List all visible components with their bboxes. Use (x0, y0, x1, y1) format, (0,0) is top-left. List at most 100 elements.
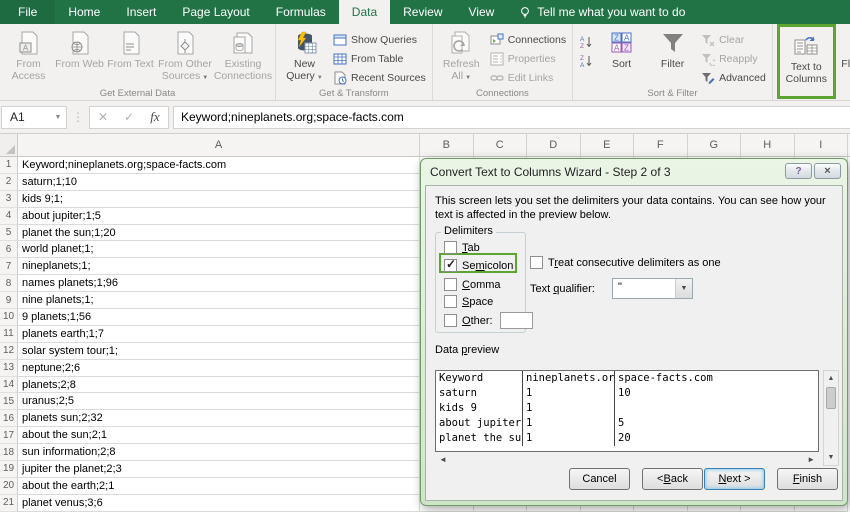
tab-page-layout[interactable]: Page Layout (169, 0, 262, 24)
tab-file[interactable]: File (0, 0, 55, 24)
row-header[interactable]: 5 (0, 225, 18, 242)
tab-insert[interactable]: Insert (113, 0, 169, 24)
tab-view[interactable]: View (456, 0, 508, 24)
help-icon[interactable]: ? (785, 163, 812, 179)
tab-home[interactable]: Home (55, 0, 113, 24)
sort-descending-button[interactable]: Z A (576, 51, 596, 70)
name-box[interactable]: A1 ▼ (1, 106, 67, 129)
cell-A18[interactable]: sun information;2;8 (18, 444, 420, 461)
column-header-A[interactable]: A (18, 134, 420, 156)
confirm-entry-icon[interactable]: ✓ (116, 110, 142, 124)
close-icon[interactable]: × (814, 163, 841, 179)
cell-A1[interactable]: Keyword;nineplanets.org;space-facts.com (18, 157, 420, 174)
finish-button[interactable]: Finish (777, 468, 838, 490)
cell-A21[interactable]: planet venus;3;6 (18, 495, 420, 512)
flash-fill-button[interactable]: Flash Fill (837, 26, 850, 71)
from-web-button[interactable]: From Web (54, 26, 105, 71)
sort-ascending-button[interactable]: A Z (576, 32, 596, 51)
row-header[interactable]: 1 (0, 157, 18, 174)
comma-checkbox-row[interactable]: Comma (444, 278, 501, 291)
select-all-corner[interactable] (0, 134, 18, 156)
other-checkbox-row[interactable]: Other: (444, 312, 533, 329)
row-header[interactable]: 12 (0, 343, 18, 360)
cancel-entry-icon[interactable]: ✕ (90, 110, 116, 124)
space-checkbox[interactable] (444, 295, 457, 308)
cell-A14[interactable]: planets;2;8 (18, 377, 420, 394)
column-header-D[interactable]: D (527, 134, 581, 156)
cell-A3[interactable]: kids 9;1; (18, 191, 420, 208)
tab-checkbox[interactable] (444, 241, 457, 254)
row-header[interactable]: 17 (0, 427, 18, 444)
existing-connections-button[interactable]: Existing Connections (214, 26, 272, 82)
cell-A11[interactable]: planets earth;1;7 (18, 326, 420, 343)
cell-A4[interactable]: about jupiter;1;5 (18, 208, 420, 225)
row-header[interactable]: 14 (0, 377, 18, 394)
row-header[interactable]: 8 (0, 275, 18, 292)
new-query-button[interactable]: New Query▼ (279, 26, 330, 84)
tab-formulas[interactable]: Formulas (263, 0, 339, 24)
other-checkbox[interactable] (444, 314, 457, 327)
back-button[interactable]: < Back (642, 468, 703, 490)
column-header-C[interactable]: C (474, 134, 528, 156)
advanced-filter-button[interactable]: Advanced (698, 68, 769, 87)
semicolon-checkbox-row[interactable]: Semicolon (444, 259, 513, 272)
cell-A9[interactable]: nine planets;1; (18, 292, 420, 309)
row-header[interactable]: 21 (0, 495, 18, 512)
tab-data[interactable]: Data (339, 0, 390, 24)
cell-A19[interactable]: jupiter the planet;2;3 (18, 461, 420, 478)
row-header[interactable]: 7 (0, 258, 18, 275)
cell-A2[interactable]: saturn;1;10 (18, 174, 420, 191)
row-header[interactable]: 6 (0, 241, 18, 258)
text-to-columns-button[interactable]: Text to Columns (781, 29, 832, 85)
scroll-thumb[interactable] (826, 387, 836, 409)
cell-A7[interactable]: nineplanets;1; (18, 258, 420, 275)
row-header[interactable]: 15 (0, 393, 18, 410)
tell-me-box[interactable]: Tell me what you want to do (507, 0, 697, 24)
cancel-button[interactable]: Cancel (569, 468, 630, 490)
cell-A16[interactable]: planets sun;2;32 (18, 410, 420, 427)
column-header-I[interactable]: I (795, 134, 849, 156)
connections-button[interactable]: Connections (487, 30, 569, 49)
row-header[interactable]: 3 (0, 191, 18, 208)
row-header[interactable]: 20 (0, 478, 18, 495)
row-header[interactable]: 9 (0, 292, 18, 309)
from-other-sources-button[interactable]: From Other Sources▼ (156, 26, 214, 84)
cell-A8[interactable]: names planets;1;96 (18, 275, 420, 292)
sort-button[interactable]: Z A A Z Sort (596, 26, 647, 71)
clear-filter-button[interactable]: Clear (698, 30, 769, 49)
text-qualifier-combo[interactable]: " ▼ (612, 278, 693, 299)
cell-A10[interactable]: 9 planets;1;56 (18, 309, 420, 326)
cell-A20[interactable]: about the earth;2;1 (18, 478, 420, 495)
cell-A13[interactable]: neptune;2;6 (18, 360, 420, 377)
column-header-H[interactable]: H (741, 134, 795, 156)
row-header[interactable]: 11 (0, 326, 18, 343)
row-header[interactable]: 16 (0, 410, 18, 427)
recent-sources-button[interactable]: Recent Sources (330, 68, 429, 87)
row-header[interactable]: 2 (0, 174, 18, 191)
row-header[interactable]: 18 (0, 444, 18, 461)
next-button[interactable]: Next > (704, 468, 765, 490)
column-header-E[interactable]: E (581, 134, 635, 156)
formula-input[interactable]: Keyword;nineplanets.org;space-facts.com (173, 106, 850, 129)
row-header[interactable]: 13 (0, 360, 18, 377)
text-qualifier-dropdown-icon[interactable]: ▼ (675, 279, 692, 298)
treat-consecutive-row[interactable]: Treat consecutive delimiters as one (530, 256, 721, 269)
semicolon-checkbox[interactable] (444, 259, 457, 272)
properties-button[interactable]: Properties (487, 49, 569, 68)
insert-function-icon[interactable]: fx (142, 109, 168, 125)
cell-A17[interactable]: about the sun;2;1 (18, 427, 420, 444)
tab-checkbox-row[interactable]: Tab (444, 241, 480, 254)
from-access-button[interactable]: A From Access (3, 26, 54, 82)
edit-links-button[interactable]: Edit Links (487, 68, 569, 87)
row-header[interactable]: 10 (0, 309, 18, 326)
row-header[interactable]: 4 (0, 208, 18, 225)
tab-review[interactable]: Review (390, 0, 455, 24)
space-checkbox-row[interactable]: Space (444, 295, 493, 308)
from-table-button[interactable]: From Table (330, 49, 429, 68)
other-delimiter-input[interactable] (500, 312, 533, 329)
reapply-filter-button[interactable]: Reapply (698, 49, 769, 68)
treat-consecutive-checkbox[interactable] (530, 256, 543, 269)
comma-checkbox[interactable] (444, 278, 457, 291)
column-header-G[interactable]: G (688, 134, 742, 156)
from-text-button[interactable]: From Text (105, 26, 156, 71)
